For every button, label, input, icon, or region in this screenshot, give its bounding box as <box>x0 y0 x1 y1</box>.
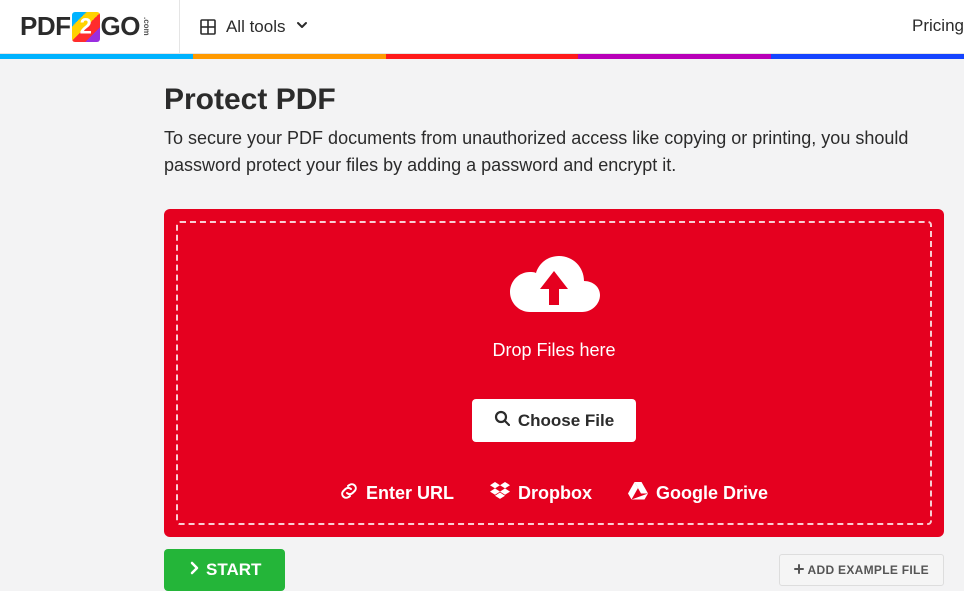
main-content: Protect PDF To secure your PDF documents… <box>0 59 964 591</box>
source-url[interactable]: Enter URL <box>340 482 454 505</box>
source-dropbox-label: Dropbox <box>518 483 592 504</box>
all-tools-label: All tools <box>226 17 286 37</box>
chevron-down-icon <box>295 17 309 37</box>
drop-label: Drop Files here <box>202 340 906 361</box>
header: PDF 2 GO .com All tools Pricing <box>0 0 964 54</box>
pricing-link[interactable]: Pricing <box>912 16 964 36</box>
logo-text-go: GO <box>101 11 140 42</box>
choose-file-button[interactable]: Choose File <box>472 399 636 442</box>
source-url-label: Enter URL <box>366 483 454 504</box>
source-gdrive-label: Google Drive <box>656 483 768 504</box>
upload-panel: Drop Files here Choose File <box>164 209 944 537</box>
dropzone[interactable]: Drop Files here Choose File <box>176 221 932 525</box>
cloud-upload-icon <box>504 251 604 328</box>
grid-icon <box>200 19 216 35</box>
link-icon <box>340 482 358 505</box>
logo-text-com: .com <box>142 17 151 36</box>
source-gdrive[interactable]: Google Drive <box>628 482 768 505</box>
plus-icon <box>794 563 804 577</box>
start-label: START <box>206 560 261 580</box>
gdrive-icon <box>628 482 648 505</box>
logo-badge: 2 <box>72 12 100 42</box>
source-dropbox[interactable]: Dropbox <box>490 482 592 505</box>
all-tools-menu[interactable]: All tools <box>200 17 310 37</box>
page-title: Protect PDF <box>164 83 964 117</box>
color-bar <box>0 54 964 59</box>
dropbox-icon <box>490 482 510 505</box>
choose-file-label: Choose File <box>518 411 614 431</box>
add-example-label: ADD EXAMPLE FILE <box>808 563 929 577</box>
search-icon <box>494 410 510 431</box>
page-subtitle: To secure your PDF documents from unauth… <box>164 125 964 179</box>
header-divider <box>179 0 180 54</box>
source-row: Enter URL Dropbox <box>202 482 906 505</box>
add-example-button[interactable]: ADD EXAMPLE FILE <box>779 554 944 586</box>
logo[interactable]: PDF 2 GO .com <box>20 11 151 42</box>
logo-text-pdf: PDF <box>20 11 71 42</box>
chevron-right-icon <box>188 560 200 580</box>
start-button[interactable]: START <box>164 549 285 591</box>
action-row: START ADD EXAMPLE FILE <box>164 549 944 591</box>
